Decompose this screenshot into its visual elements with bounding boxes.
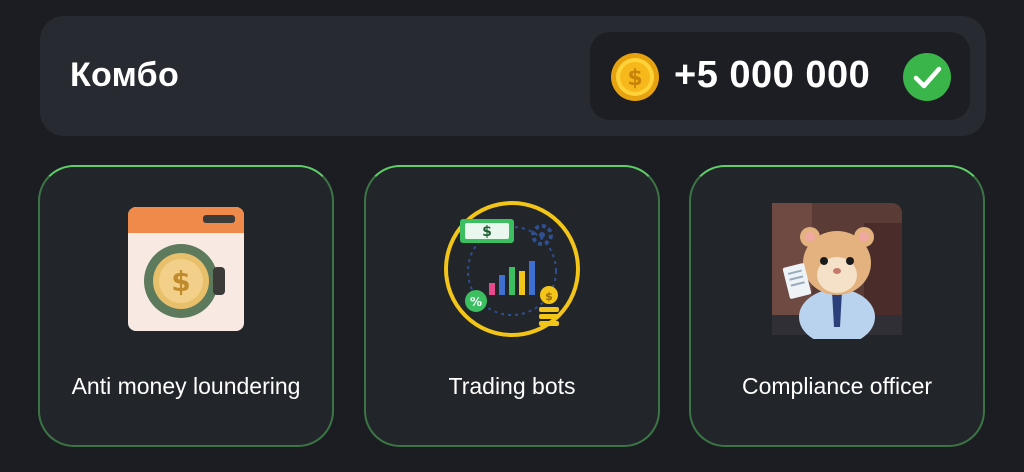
combo-card-trading-bots[interactable]: $ % $ Trading bots [364,165,660,447]
svg-text:$: $ [627,66,642,91]
svg-text:$: $ [545,290,553,303]
combo-header: Комбо $ +5 000 000 [40,16,986,136]
card-label: Trading bots [448,373,576,399]
combo-reward: $ +5 000 000 [590,32,970,120]
coin-icon: $ [611,53,659,101]
card-label: Compliance officer [741,373,933,399]
reward-amount: +5 000 000 [674,54,871,96]
washing-machine-coin-icon: $ [128,207,244,331]
check-circle-icon [903,53,951,101]
trading-chart-icon: $ % $ [444,201,580,337]
svg-text:%: % [470,295,482,309]
svg-text:$: $ [171,265,190,298]
hamster-officer-image [772,203,902,339]
svg-text:$: $ [482,224,492,240]
combo-title: Комбо [70,56,180,94]
combo-card-compliance-officer[interactable]: Compliance officer [689,165,985,447]
combo-card-anti-money-laundering[interactable]: $ Anti money loundering [38,165,334,447]
card-label: Anti money loundering [71,373,301,399]
